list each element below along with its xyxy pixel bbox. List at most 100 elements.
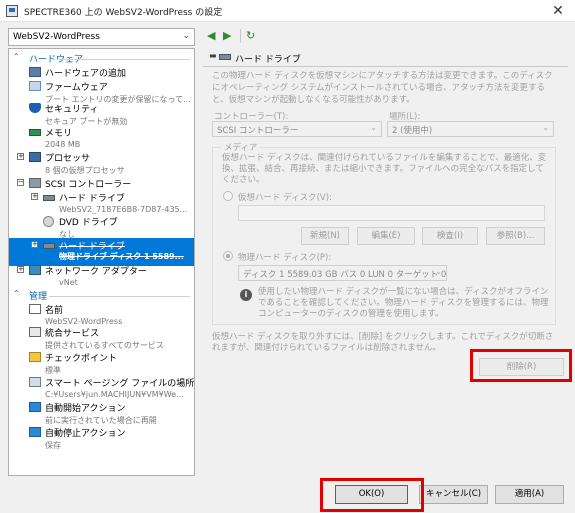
tree-item-memory[interactable]: メモリ 2048 MB [9, 125, 194, 153]
inspect-button[interactable]: 検査(I) [422, 227, 478, 245]
tree-item-smart-paging[interactable]: スマート ページング ファイルの場所 C:¥Users¥jun.MACHIJUN… [9, 375, 194, 403]
window-title: SPECTRE360 上の WebSV2-WordPress の設定 [24, 8, 223, 18]
add-hardware-icon [29, 67, 41, 77]
collapse-icon[interactable]: − [17, 179, 24, 186]
collapse-icon[interactable]: ▬ [209, 51, 217, 60]
tree-item-label: 名前 [45, 306, 64, 316]
checkpoint-icon [29, 352, 41, 362]
tree-item-label: セキュリティ [45, 105, 99, 115]
virtual-disk-path-input[interactable] [238, 205, 545, 221]
media-description: 仮想ハード ディスクは、関連付けられているファイルを編集することで、最適化、変換… [222, 153, 547, 185]
tree-item-label: ネットワーク アダプター [45, 267, 147, 277]
tree-item-scsi[interactable]: − SCSI コントローラー [9, 176, 194, 191]
virtual-disk-label: 仮想ハード ディスク(V): [238, 193, 332, 203]
tree-item-sub: 2048 MB [45, 140, 81, 149]
chevron-down-icon: ⌄ [182, 31, 190, 41]
section-management[interactable]: ⌃ 管理 [9, 288, 194, 302]
chevron-down-icon: ⌄ [435, 267, 442, 276]
name-icon [29, 304, 41, 314]
expand-icon[interactable]: + [31, 193, 38, 200]
expand-icon[interactable]: + [17, 266, 24, 273]
expand-icon[interactable]: + [31, 241, 38, 248]
tree-item-label: ハード ドライブ [59, 194, 125, 204]
panel-description: この物理ハード ディスクを仮想マシンにアタッチする方法は変更できます。このディス… [212, 71, 553, 105]
section-hardware[interactable]: ⌃ ハードウェア [9, 51, 194, 65]
auto-stop-icon [29, 427, 41, 437]
info-icon: i [240, 289, 252, 301]
tree-item-add-hardware[interactable]: ハードウェアの追加 [9, 65, 194, 80]
firmware-icon [29, 81, 41, 91]
tree-item-integration-services[interactable]: 統合サービス 提供されているすべてのサービス [9, 325, 194, 353]
settings-tree: ⌃ ハードウェア ハードウェアの追加 ファームウェア ブート エントリの変更が保… [8, 48, 195, 476]
physical-disk-radio[interactable] [223, 251, 233, 261]
physical-disk-info: 使用したい物理ハード ディスクが一覧にない場合は、ディスクがオフラインであること… [258, 287, 549, 319]
tree-item-sub: C:¥Users¥jun.MACHIJUN¥VM¥We... [45, 390, 184, 399]
tree-item-network-adapter[interactable]: + ネットワーク アダプター vNet [9, 263, 194, 291]
tree-item-label: スマート ページング ファイルの場所 [45, 379, 195, 389]
tree-item-checkpoint[interactable]: チェックポイント 標準 [9, 350, 194, 378]
remove-highlight-box [470, 349, 572, 382]
cancel-button[interactable]: キャンセル(C) [419, 485, 488, 504]
location-value: 2 (使用中) [392, 126, 433, 136]
section-management-label: 管理 [29, 292, 48, 302]
tree-item-auto-stop[interactable]: 自動停止アクション 保存 [9, 425, 194, 453]
virtual-disk-radio[interactable] [223, 191, 233, 201]
integration-services-icon [29, 327, 41, 337]
tree-item-label: ハードウェアの追加 [45, 69, 127, 79]
hyperv-settings-icon [6, 5, 18, 17]
tree-item-sub: WebSV2_7187E6B8-7D87-435... [59, 205, 188, 214]
forward-arrow-icon[interactable]: ▶ [223, 28, 231, 44]
chevron-down-icon: ⌄ [542, 123, 549, 132]
panel-title: ハード ドライブ [235, 55, 301, 65]
section-divider [49, 296, 190, 297]
tree-item-auto-start[interactable]: 自動開始アクション 前に実行されていた場合に再開 [9, 400, 194, 428]
chevron-down-icon: ⌄ [370, 123, 377, 132]
media-legend: メディア [221, 141, 261, 153]
folder-icon [29, 377, 41, 387]
scsi-controller-icon [29, 178, 41, 188]
panel-divider [203, 66, 568, 67]
refresh-icon[interactable]: ↻ [246, 28, 255, 44]
edit-button[interactable]: 編集(E) [357, 227, 415, 245]
tree-item-hard-drive-2[interactable]: + ハード ドライブ 物理ドライブ ディスク 1 5589... [9, 238, 194, 266]
memory-icon [29, 129, 41, 136]
processor-icon [29, 152, 41, 162]
vm-selector[interactable]: WebSV2-WordPress ⌄ [8, 28, 195, 46]
tree-item-label: 自動開始アクション [45, 404, 126, 414]
close-icon[interactable]: ✕ [549, 2, 567, 20]
tree-item-label: プロセッサ [45, 154, 91, 164]
hard-drive-icon [219, 54, 231, 60]
section-divider [57, 59, 190, 60]
dvd-icon [43, 216, 54, 227]
tree-item-label: 自動停止アクション [45, 429, 126, 439]
chevron-up-icon: ⌃ [13, 289, 20, 298]
controller-select[interactable]: SCSI コントローラー ⌄ [212, 121, 382, 137]
vm-selector-value: WebSV2-WordPress [13, 32, 100, 42]
expand-icon[interactable]: + [17, 153, 24, 160]
apply-button[interactable]: 適用(A) [495, 485, 564, 504]
shield-icon [29, 103, 41, 113]
title-bar: SPECTRE360 上の WebSV2-WordPress の設定 ✕ [0, 0, 575, 22]
hard-drive-icon [43, 195, 55, 201]
tree-item-sub: 保存 [45, 441, 61, 450]
tree-item-label: 統合サービス [45, 329, 100, 339]
location-select[interactable]: 2 (使用中) ⌄ [387, 121, 554, 137]
tree-item-processor[interactable]: + プロセッサ 8 個の仮想プロセッサ [9, 150, 194, 178]
panel-header: ▬ ハード ドライブ [203, 50, 568, 66]
tree-item-sub: 8 個の仮想プロセッサ [45, 166, 125, 175]
back-arrow-icon[interactable]: ◀ [207, 28, 215, 44]
auto-start-icon [29, 402, 41, 412]
new-button[interactable]: 新規(N) [301, 227, 349, 245]
controller-value: SCSI コントローラー [217, 126, 299, 136]
tree-item-label: チェックポイント [45, 354, 118, 364]
tree-item-label: DVD ドライブ [59, 218, 118, 228]
tree-item-label: SCSI コントローラー [45, 180, 132, 190]
network-icon [29, 265, 41, 275]
hard-drive-icon [43, 243, 55, 249]
tree-item-label: メモリ [45, 129, 73, 139]
physical-disk-select[interactable]: ディスク 1 5589.03 GB バス 0 LUN 0 ターゲット 0 ⌄ [238, 265, 447, 281]
toolbar-separator [240, 29, 241, 43]
browse-button[interactable]: 参照(B)... [486, 227, 545, 245]
tree-item-sub: vNet [59, 278, 78, 287]
tree-item-label: ファームウェア [45, 83, 108, 93]
